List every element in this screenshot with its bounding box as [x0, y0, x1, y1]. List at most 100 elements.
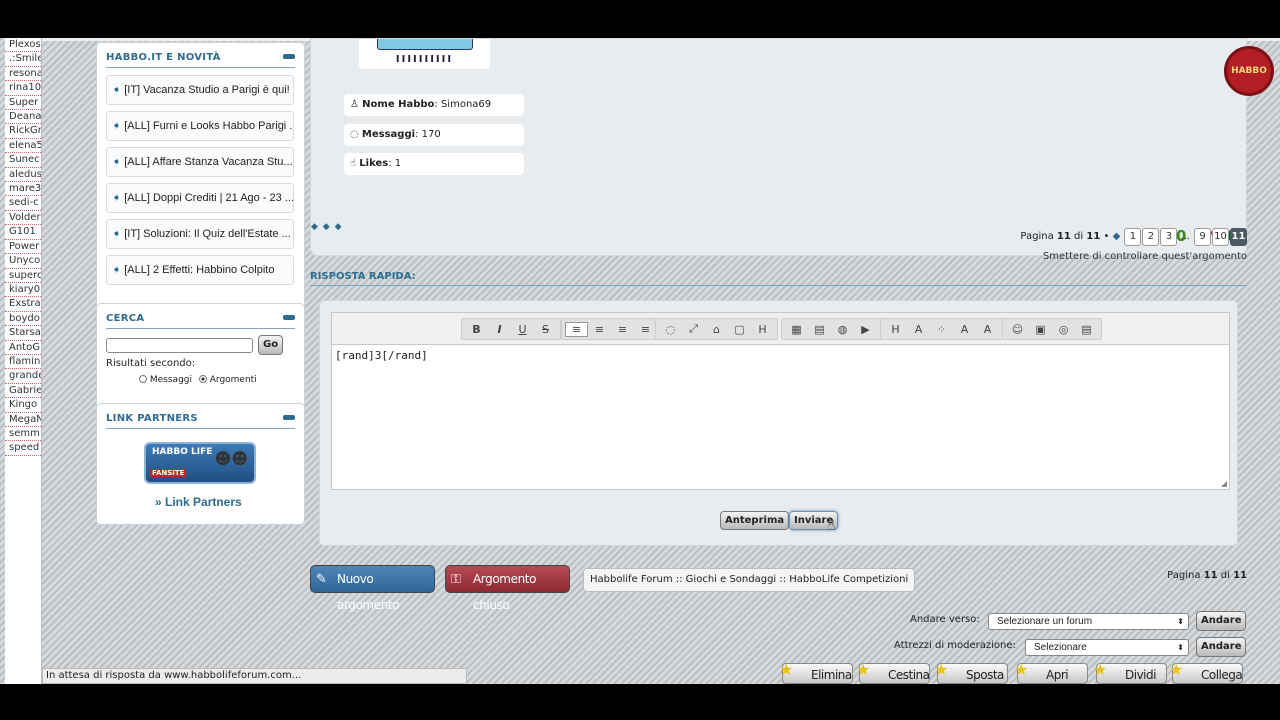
page-link[interactable]: 1: [1124, 228, 1142, 246]
mod-star-icon: ★: [856, 660, 870, 679]
mod-tool-button[interactable]: ★ Dividi: [1093, 660, 1167, 684]
news-item[interactable]: ➧ [ALL] Doppi Crediti | 21 Ago - 23 ...: [106, 183, 294, 213]
online-user-link[interactable]: rina10: [5, 81, 41, 96]
breadcrumb[interactable]: Habbolife Forum :: Giochi e Sondaggi :: …: [583, 568, 916, 592]
editor-tool-icon[interactable]: ≡: [611, 323, 634, 336]
online-user-link[interactable]: superc: [5, 269, 41, 283]
online-user-link[interactable]: Plexos: [5, 38, 41, 53]
nav-arrows[interactable]: ◆ ◆ ◆: [311, 222, 343, 232]
lock-icon: ⚿: [451, 572, 461, 587]
online-user-link[interactable]: elena5: [5, 139, 41, 154]
online-user-link[interactable]: MegaN: [5, 413, 41, 427]
editor-tool-icon[interactable]: ◍: [831, 323, 854, 336]
mod-tool-button[interactable]: ★ Collega: [1169, 660, 1243, 684]
news-item[interactable]: ➧ [IT] Vacanza Studio a Parigi è qui!: [106, 75, 294, 105]
online-user-link[interactable]: speed: [5, 441, 41, 456]
collapse-icon[interactable]: [283, 415, 295, 420]
online-user-link[interactable]: aledus: [5, 168, 41, 183]
page-link[interactable]: 2: [1142, 228, 1160, 246]
habbolife-partner-logo[interactable]: HABBO LIFE FANSITE ☻☻: [144, 442, 256, 484]
link-partners-title: LINK PARTNERS: [106, 413, 198, 424]
resize-handle-icon[interactable]: ◢: [1221, 479, 1227, 488]
stop-watching-link[interactable]: Smettere di controllare quest'argomento: [1043, 251, 1247, 262]
online-user-link[interactable]: RickGr: [5, 124, 41, 139]
radio-messages[interactable]: [139, 375, 147, 383]
link-partners-link[interactable]: » Link Partners: [155, 495, 242, 509]
news-item[interactable]: ➧ [ALL] Affare Stanza Vacanza Stu...: [106, 147, 294, 177]
mod-tools-select[interactable]: Selezionare ⬍: [1025, 639, 1189, 656]
collapse-icon[interactable]: [283, 54, 295, 59]
editor-tool-icon[interactable]: ⌂: [705, 323, 728, 336]
editor-tool-icon[interactable]: ▢: [728, 323, 751, 336]
online-user-link[interactable]: Volder: [5, 211, 41, 226]
mod-tool-button[interactable]: ★ Cestina: [856, 660, 930, 684]
online-user-link[interactable]: Starsa: [5, 326, 41, 341]
online-user-link[interactable]: G101: [5, 225, 41, 240]
new-topic-button[interactable]: ✎ Nuovo argomento: [310, 565, 435, 612]
online-user-link[interactable]: boydo: [5, 312, 41, 327]
mod-tool-button[interactable]: ★ Sposta: [934, 660, 1008, 684]
editor-tool-icon[interactable]: ▤: [808, 323, 831, 336]
online-user-link[interactable]: Gabrie: [5, 384, 41, 399]
editor-tool-icon[interactable]: I: [488, 323, 511, 336]
reply-textarea[interactable]: [rand]3[/rand]: [335, 349, 428, 362]
online-user-link[interactable]: Kingo: [5, 398, 41, 413]
habbo-name-label: Nome Habbo: [362, 99, 435, 110]
mod-tool-button[interactable]: ★ Elimina: [779, 660, 853, 684]
radio-topics[interactable]: [198, 375, 207, 383]
online-user-link[interactable]: AntoG: [5, 341, 41, 355]
preview-button[interactable]: Anteprima: [720, 511, 790, 530]
editor-tool-icon[interactable]: S: [534, 323, 557, 336]
online-user-link[interactable]: .:Smile: [5, 52, 41, 67]
online-user-link[interactable]: mare3: [5, 182, 41, 197]
online-user-link[interactable]: sedi-c: [5, 196, 41, 211]
news-item[interactable]: ➧ [ALL] Furni e Looks Habbo Parigi ...: [106, 111, 294, 141]
editor-tool-icon[interactable]: ⁘: [930, 323, 953, 336]
page-link[interactable]: 11: [1230, 228, 1247, 246]
page-link[interactable]: 10: [1212, 228, 1229, 246]
news-item[interactable]: ➧ [ALL] 2 Effetti: Habbino Colpito: [106, 255, 294, 285]
search-input[interactable]: [106, 338, 253, 353]
editor-tool-icon[interactable]: ▣: [1029, 323, 1052, 336]
online-user-link[interactable]: Super: [5, 96, 41, 111]
online-user-link[interactable]: Power: [5, 240, 41, 255]
editor-tool-icon[interactable]: ⤢: [682, 322, 705, 336]
editor-tool-icon[interactable]: H: [884, 323, 907, 336]
online-user-link[interactable]: resona: [5, 67, 41, 82]
goto-button[interactable]: Andare: [1196, 611, 1247, 631]
editor-tool-icon[interactable]: A: [953, 323, 976, 336]
online-user-link[interactable]: Unyco: [5, 254, 41, 269]
select-arrows-icon: ⬍: [1177, 617, 1184, 626]
editor-tool-icon[interactable]: U: [511, 323, 534, 336]
search-go-button[interactable]: Go: [258, 335, 284, 355]
prev-page-icon[interactable]: ◆: [1113, 231, 1121, 242]
online-user-link[interactable]: kiary0: [5, 283, 41, 298]
editor-tool-icon[interactable]: ▶: [854, 323, 877, 336]
online-user-link[interactable]: grande: [5, 369, 41, 384]
editor-tool-icon[interactable]: ≡: [565, 321, 588, 337]
editor-tool-icon[interactable]: ◎: [1052, 323, 1075, 336]
online-user-link[interactable]: Exstra: [5, 297, 41, 312]
editor-tool-icon[interactable]: ≡: [588, 323, 611, 336]
online-user-link[interactable]: Sunec: [5, 153, 41, 168]
mod-tool-button[interactable]: ★ Apri: [1014, 660, 1088, 684]
editor-tool-icon[interactable]: ▤: [1075, 323, 1098, 336]
editor-tool-icon[interactable]: ▦: [785, 323, 808, 336]
editor-tool-icon[interactable]: A: [976, 323, 999, 336]
online-user-link[interactable]: Deana: [5, 110, 41, 125]
goto-forum-select[interactable]: Selezionare un forum ⬍: [988, 613, 1189, 630]
page-link[interactable]: 3: [1160, 228, 1178, 246]
online-user-link[interactable]: flamin: [5, 355, 41, 370]
online-user-link[interactable]: semm: [5, 427, 41, 442]
closed-topic-button[interactable]: ⚿ Argomento chiuso: [445, 565, 570, 612]
editor-tool-icon[interactable]: ◌: [659, 323, 682, 336]
page-link[interactable]: 9: [1194, 228, 1211, 246]
mod-go-button[interactable]: Andare: [1196, 637, 1247, 657]
editor-tool-icon[interactable]: ≡: [634, 323, 657, 336]
editor-tool-icon[interactable]: ☺: [1006, 323, 1029, 336]
news-item[interactable]: ➧ [IT] Soluzioni: Il Quiz dell'Estate ...: [106, 219, 294, 249]
editor-tool-icon[interactable]: H: [751, 323, 774, 336]
collapse-icon[interactable]: [283, 315, 295, 320]
editor-tool-icon[interactable]: B: [465, 323, 488, 336]
editor-tool-icon[interactable]: A: [907, 323, 930, 336]
